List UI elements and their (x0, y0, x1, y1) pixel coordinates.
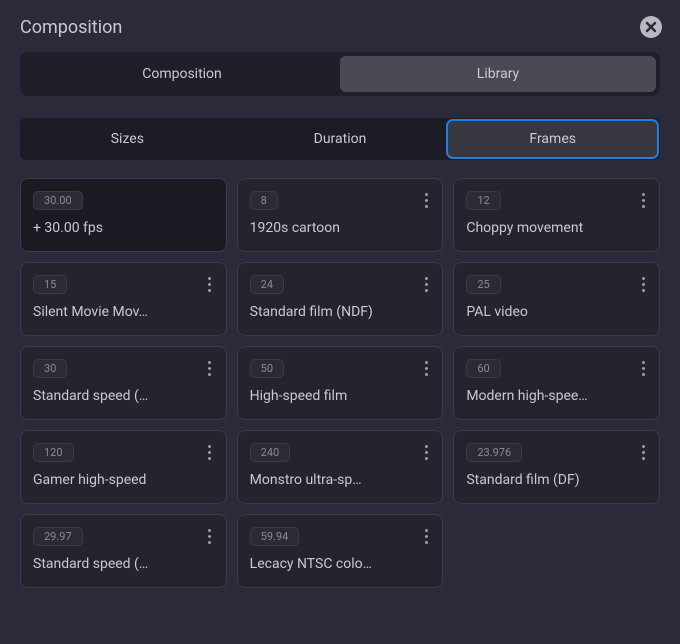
more-vertical-icon[interactable] (418, 529, 434, 544)
preset-badge: 12 (466, 191, 500, 210)
preset-label: Modern high-spee… (466, 388, 626, 404)
close-button[interactable] (640, 16, 662, 38)
preset-card[interactable]: 240 Monstro ultra-sp… (237, 430, 444, 504)
preset-label: + 30.00 fps (33, 220, 193, 236)
preset-card[interactable]: 120 Gamer high-speed (20, 430, 227, 504)
preset-badge: 30 (33, 359, 67, 378)
preset-badge: 120 (33, 443, 74, 462)
preset-card[interactable]: 30.00 + 30.00 fps (20, 178, 227, 252)
preset-card[interactable]: 8 1920s cartoon (237, 178, 444, 252)
more-vertical-icon[interactable] (202, 529, 218, 544)
tab-library[interactable]: Library (340, 56, 656, 92)
preset-label: Standard film (DF) (466, 472, 626, 488)
preset-badge: 59.94 (250, 527, 300, 546)
preset-badge: 60 (466, 359, 500, 378)
more-vertical-icon[interactable] (635, 445, 651, 460)
more-vertical-icon[interactable] (418, 361, 434, 376)
more-vertical-icon[interactable] (418, 193, 434, 208)
preset-badge: 8 (250, 191, 278, 210)
preset-card[interactable]: 23.976 Standard film (DF) (453, 430, 660, 504)
preset-badge: 240 (250, 443, 291, 462)
preset-label: Monstro ultra-sp… (250, 472, 410, 488)
preset-label: Standard speed (… (33, 388, 193, 404)
preset-card[interactable]: 29.97 Standard speed (… (20, 514, 227, 588)
preset-card[interactable]: 60 Modern high-spee… (453, 346, 660, 420)
preset-label: Gamer high-speed (33, 472, 193, 488)
more-vertical-icon[interactable] (635, 193, 651, 208)
preset-card[interactable]: 30 Standard speed (… (20, 346, 227, 420)
preset-grid: 30.00 + 30.00 fps 8 1920s cartoon 12 Choppy m… (20, 178, 660, 588)
preset-label: Silent Movie Mov… (33, 304, 193, 320)
preset-badge: 24 (250, 275, 284, 294)
more-vertical-icon[interactable] (418, 445, 434, 460)
preset-badge: 23.976 (466, 443, 522, 462)
preset-label: 1920s cartoon (250, 220, 410, 236)
preset-badge: 30.00 (33, 191, 83, 210)
preset-label: PAL video (466, 304, 626, 320)
tab-composition[interactable]: Composition (24, 56, 340, 92)
library-panel: Sizes Duration Frames 30.00 + 30.00 fps 8 1… (16, 118, 664, 588)
preset-label: Standard speed (… (33, 556, 193, 572)
preset-badge: 25 (466, 275, 500, 294)
preset-label: High-speed film (250, 388, 410, 404)
preset-card[interactable]: 24 Standard film (NDF) (237, 262, 444, 336)
more-vertical-icon[interactable] (202, 445, 218, 460)
sub-tab-bar: Sizes Duration Frames (20, 118, 660, 160)
preset-card[interactable]: 25 PAL video (453, 262, 660, 336)
preset-card[interactable]: 15 Silent Movie Mov… (20, 262, 227, 336)
preset-card[interactable]: 12 Choppy movement (453, 178, 660, 252)
more-vertical-icon[interactable] (202, 361, 218, 376)
preset-card[interactable]: 50 High-speed film (237, 346, 444, 420)
preset-card[interactable]: 59.94 Lecacy NTSC colo… (237, 514, 444, 588)
subtab-sizes[interactable]: Sizes (23, 121, 232, 157)
preset-label: Choppy movement (466, 220, 626, 236)
dialog-title: Composition (20, 17, 122, 38)
more-vertical-icon[interactable] (202, 277, 218, 292)
preset-label: Lecacy NTSC colo… (250, 556, 410, 572)
more-vertical-icon[interactable] (635, 361, 651, 376)
close-icon (645, 21, 657, 33)
dialog-header: Composition (16, 12, 664, 48)
preset-badge: 29.97 (33, 527, 83, 546)
top-tab-bar: Composition Library (20, 52, 660, 96)
preset-label: Standard film (NDF) (250, 304, 410, 320)
preset-badge: 50 (250, 359, 284, 378)
subtab-duration[interactable]: Duration (236, 121, 445, 157)
more-vertical-icon[interactable] (418, 277, 434, 292)
subtab-frames[interactable]: Frames (448, 121, 657, 157)
more-vertical-icon[interactable] (635, 277, 651, 292)
preset-badge: 15 (33, 275, 67, 294)
